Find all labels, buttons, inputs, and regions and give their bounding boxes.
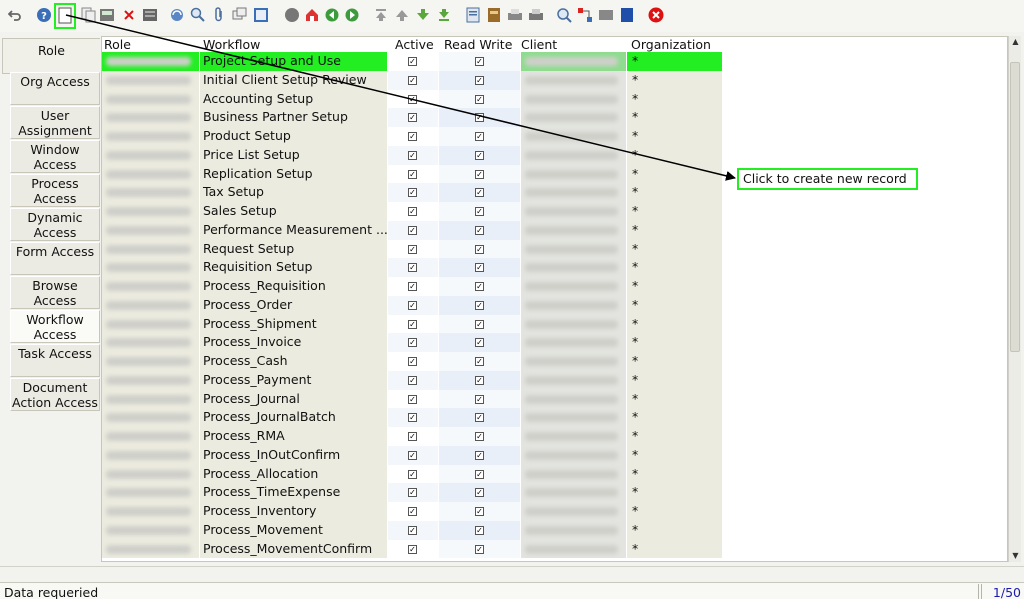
workflow-access-window: ? Role Org Access User Assignment Window… — [0, 0, 1024, 599]
annotation-callout: Click to create new record — [737, 168, 918, 190]
annotation-arrow — [65, 14, 736, 181]
